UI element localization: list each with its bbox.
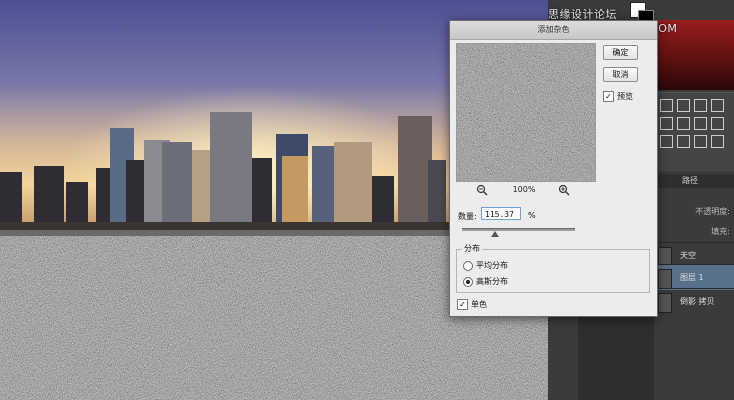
opacity-label: 不透明度:: [695, 207, 730, 216]
preview-checkbox[interactable]: ✓: [603, 91, 614, 102]
layer-row-shadow-copy[interactable]: 倒影 拷贝: [656, 288, 734, 314]
levels-icon[interactable]: [677, 99, 690, 112]
invert-icon[interactable]: [660, 135, 673, 148]
layers-panel-tabs[interactable]: 路径: [656, 174, 734, 188]
zoom-level: 100%: [512, 185, 536, 194]
layer-row-1[interactable]: 图层 1: [656, 264, 734, 290]
cancel-button[interactable]: 取消: [603, 67, 638, 82]
adjustment-icons-row-2: [660, 117, 724, 130]
selective-color-icon[interactable]: [711, 135, 724, 148]
amount-slider-track[interactable]: [462, 228, 575, 231]
preview-noise: [457, 44, 595, 181]
monochromatic-checkbox[interactable]: ✓: [457, 299, 468, 310]
bw-icon[interactable]: [694, 117, 707, 130]
adjustment-icons-row-1: [660, 99, 724, 112]
photo-filter-icon[interactable]: [711, 117, 724, 130]
dialog-title[interactable]: 添加杂色: [450, 21, 657, 40]
amount-slider-thumb[interactable]: [491, 231, 499, 237]
filter-preview[interactable]: [456, 43, 596, 182]
layer-name: 倒影 拷贝: [680, 297, 715, 306]
uniform-label: 平均分布: [476, 261, 508, 270]
layer-thumbnail: [658, 293, 672, 313]
distribution-title: 分布: [462, 243, 482, 254]
amount-input[interactable]: 115.37: [481, 207, 521, 220]
opacity-control[interactable]: 不透明度:: [656, 206, 734, 218]
gaussian-radio[interactable]: [463, 277, 473, 287]
zoom-out-icon[interactable]: [476, 184, 488, 196]
threshold-icon[interactable]: [694, 135, 707, 148]
layer-thumbnail: [658, 269, 672, 289]
ok-button[interactable]: 确定: [603, 45, 638, 60]
posterize-icon[interactable]: [677, 135, 690, 148]
gradient-map-icon[interactable]: [711, 99, 724, 112]
tab-paths[interactable]: 路径: [682, 176, 698, 185]
add-noise-dialog: 添加杂色 100% 确定 取消 ✓ 预览 数量: 115.37 % 分布 平均分…: [449, 20, 658, 317]
adjustments-panel: [656, 92, 734, 171]
hue-icon[interactable]: [660, 117, 673, 130]
fill-label: 填充:: [711, 227, 730, 236]
uniform-radio[interactable]: [463, 261, 473, 271]
monochromatic-label: 单色: [471, 300, 487, 309]
zoom-in-icon[interactable]: [558, 184, 570, 196]
preview-label: 预览: [617, 92, 633, 101]
curves-icon[interactable]: [694, 99, 707, 112]
fill-control[interactable]: 填充:: [656, 226, 734, 238]
adjustment-icons-row-3: [660, 135, 724, 148]
amount-label: 数量:: [458, 212, 477, 221]
gaussian-label: 高斯分布: [476, 277, 508, 286]
amount-unit: %: [528, 211, 536, 220]
brightness-icon[interactable]: [660, 99, 673, 112]
balance-icon[interactable]: [677, 117, 690, 130]
